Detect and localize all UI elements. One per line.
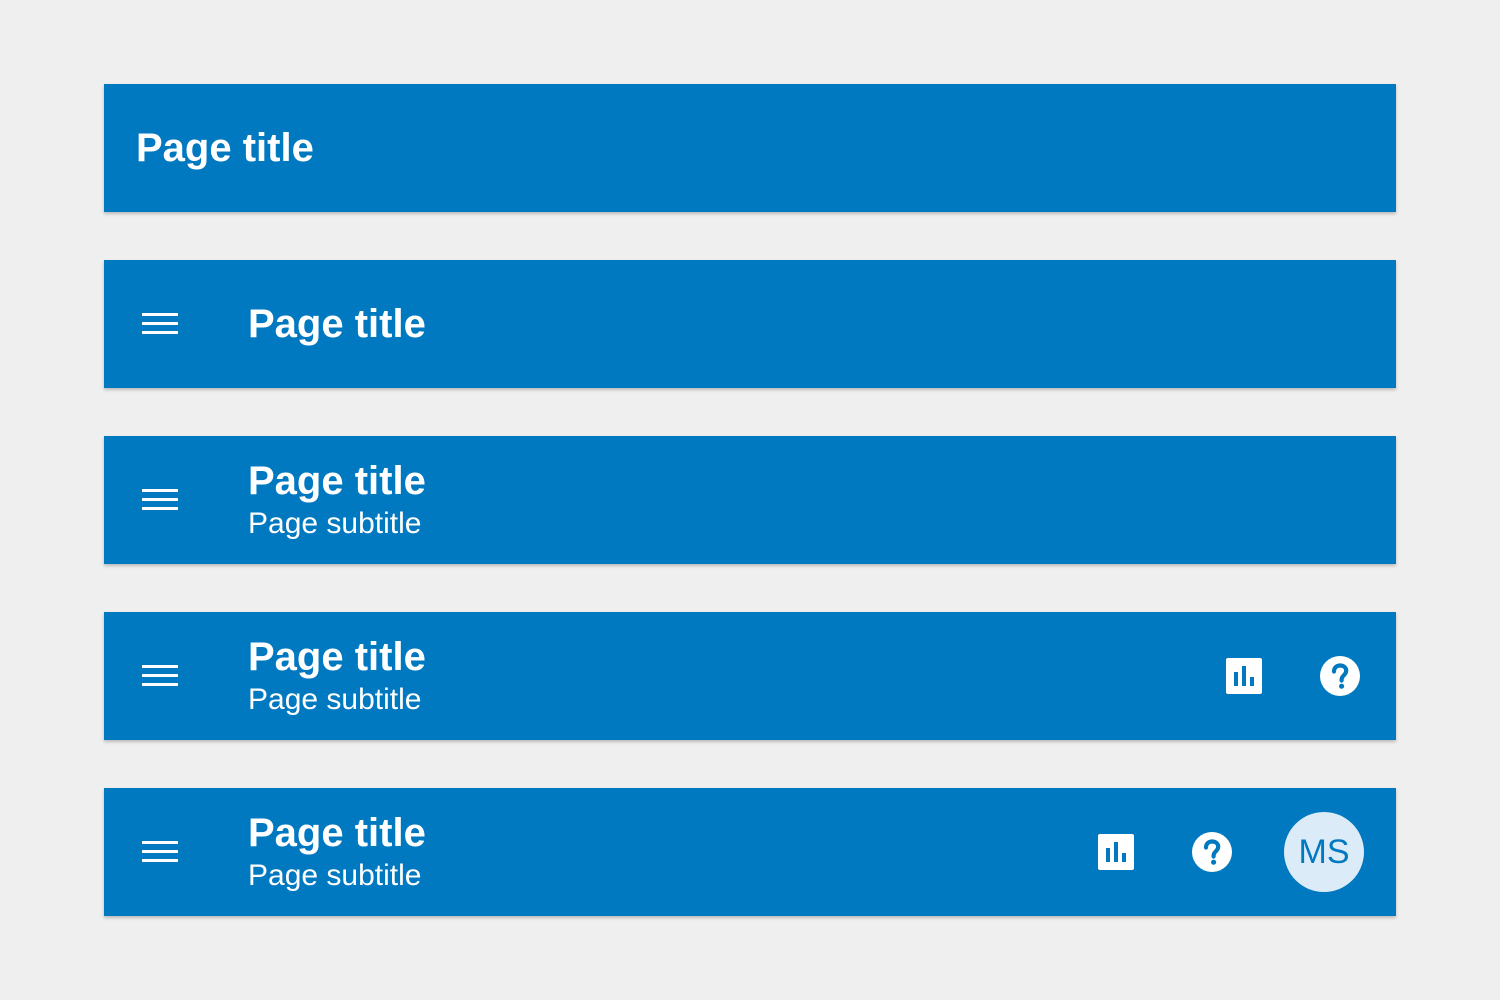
app-bar-with-actions: Page title Page subtitle (104, 612, 1396, 740)
menu-icon (142, 488, 178, 512)
menu-button[interactable] (132, 480, 188, 520)
page-subtitle: Page subtitle (248, 683, 422, 716)
title-block: Page title Page subtitle (248, 612, 426, 740)
menu-button[interactable] (132, 656, 188, 696)
page-subtitle: Page subtitle (248, 859, 422, 892)
app-bar-with-avatar: Page title Page subtitle MS (104, 788, 1396, 916)
bar-chart-icon (1098, 834, 1134, 870)
menu-icon (142, 312, 178, 336)
chart-button[interactable] (1224, 656, 1264, 696)
help-button[interactable] (1192, 832, 1232, 872)
page-title: Page title (248, 811, 426, 855)
menu-icon (142, 840, 178, 864)
page-title: Page title (136, 125, 314, 170)
menu-icon (142, 664, 178, 688)
bar-chart-icon (1226, 658, 1262, 694)
app-bar-with-menu: Page title (104, 260, 1396, 388)
app-bar-title-only: Page title (104, 84, 1396, 212)
page-subtitle: Page subtitle (248, 507, 422, 540)
avatar-initials: MS (1298, 832, 1350, 871)
title-block: Page title Page subtitle (248, 436, 426, 564)
app-bar-with-subtitle: Page title Page subtitle (104, 436, 1396, 564)
menu-button[interactable] (132, 832, 188, 872)
avatar[interactable]: MS (1284, 812, 1364, 892)
page-title: Page title (248, 635, 426, 679)
title-block: Page title Page subtitle (248, 788, 426, 916)
help-icon (1320, 656, 1360, 696)
help-button[interactable] (1320, 656, 1360, 696)
page-title: Page title (248, 301, 426, 346)
menu-button[interactable] (132, 304, 188, 344)
page-title: Page title (248, 459, 426, 503)
chart-button[interactable] (1096, 832, 1136, 872)
help-icon (1192, 832, 1232, 872)
